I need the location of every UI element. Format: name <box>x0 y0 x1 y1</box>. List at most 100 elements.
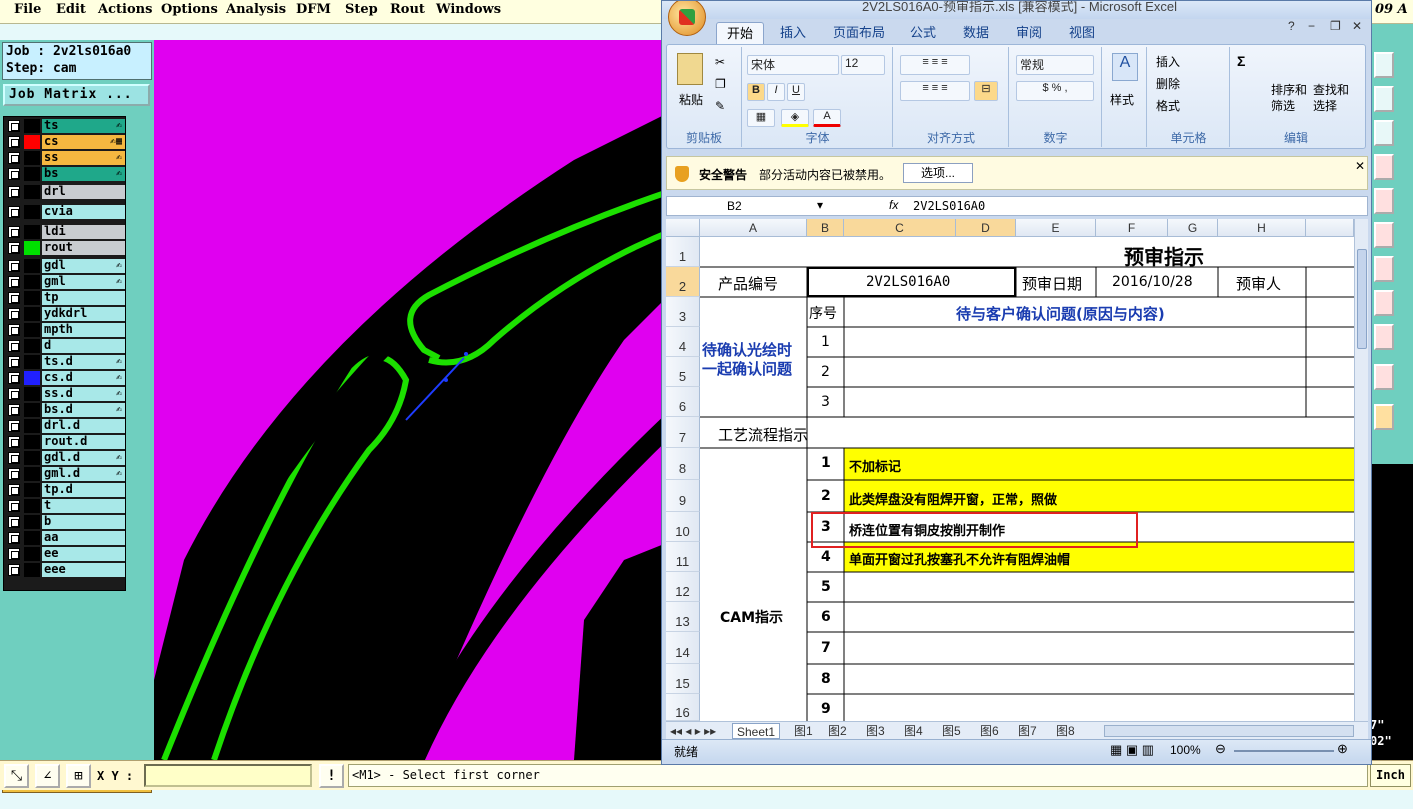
format-painter-icon[interactable]: ✎ <box>715 99 725 113</box>
layer-checkbox[interactable] <box>8 260 20 272</box>
styles-button[interactable]: 样式 <box>1110 91 1134 108</box>
sheet-tab[interactable]: 图4 <box>904 723 923 739</box>
layer-name[interactable]: gml.d ✍ <box>42 467 125 481</box>
menu-analysis[interactable]: Analysis <box>226 2 286 17</box>
sheet-tab[interactable]: 图6 <box>980 723 999 739</box>
sheet-tab[interactable]: 图8 <box>1056 723 1075 739</box>
sum-icon[interactable]: Σ <box>1237 53 1245 69</box>
layer-name[interactable]: aa <box>42 531 125 545</box>
layer-checkbox[interactable] <box>8 308 20 320</box>
zoom-corner-icon[interactable]: ⤡ <box>4 764 29 788</box>
layer-name[interactable]: drl <box>42 185 125 199</box>
layer-color-swatch[interactable] <box>24 185 40 199</box>
menu-actions[interactable]: Actions <box>98 2 152 17</box>
layer-checkbox[interactable] <box>8 532 20 544</box>
menu-windows[interactable]: Windows <box>436 2 501 17</box>
layer-row-drl.d[interactable]: drl.d <box>6 419 125 433</box>
italic-icon[interactable]: I <box>767 83 785 101</box>
layer-checkbox[interactable] <box>8 564 20 576</box>
layer-checkbox[interactable] <box>8 152 20 164</box>
tool-button[interactable] <box>1374 404 1394 430</box>
tool-button[interactable] <box>1374 290 1394 316</box>
layer-color-swatch[interactable] <box>24 483 40 497</box>
tab-view[interactable]: 视图 <box>1069 22 1095 44</box>
layer-name[interactable]: rout <box>42 241 125 255</box>
layer-row-bs.d[interactable]: bs.d ✍ <box>6 403 125 417</box>
layer-row-t[interactable]: t <box>6 499 125 513</box>
layer-color-swatch[interactable] <box>24 451 40 465</box>
sheet-tab[interactable]: 图2 <box>828 723 847 739</box>
fill-color-icon[interactable]: ◈ <box>781 109 809 127</box>
layer-color-swatch[interactable] <box>24 339 40 353</box>
layer-color-swatch[interactable] <box>24 205 40 219</box>
tab-data[interactable]: 数据 <box>963 22 989 44</box>
layer-row-ee[interactable]: ee <box>6 547 125 561</box>
tab-formulas[interactable]: 公式 <box>910 22 936 44</box>
close-bar-icon[interactable]: ✕ <box>1355 159 1365 173</box>
layer-checkbox[interactable] <box>8 242 20 254</box>
layer-name[interactable]: ts ✍ <box>42 119 125 133</box>
formula-input[interactable]: 2V2LS016A0 <box>913 199 985 213</box>
tool-button[interactable] <box>1374 188 1394 214</box>
layer-row-cvia[interactable]: cvia <box>6 205 125 219</box>
layer-name[interactable]: gdl ✍ <box>42 259 125 273</box>
layer-checkbox[interactable] <box>8 292 20 304</box>
sheet-tab[interactable]: 图3 <box>866 723 885 739</box>
layer-row-gml.d[interactable]: gml.d ✍ <box>6 467 125 481</box>
layer-row-gml[interactable]: gml ✍ <box>6 275 125 289</box>
cut-icon[interactable]: ✂ <box>715 55 725 69</box>
layer-color-swatch[interactable] <box>24 563 40 577</box>
layer-name[interactable]: cs.d ✍ <box>42 371 125 385</box>
layer-checkbox[interactable] <box>8 276 20 288</box>
layer-name[interactable]: bs.d ✍ <box>42 403 125 417</box>
layer-name[interactable]: d <box>42 339 125 353</box>
merge-center-icon[interactable]: ⊟ <box>974 81 998 101</box>
sort-filter-label-2[interactable]: 筛选 <box>1271 97 1295 114</box>
layer-name[interactable]: ldi <box>42 225 125 239</box>
measure-icon[interactable]: ∠ <box>35 764 60 788</box>
layer-color-swatch[interactable] <box>24 547 40 561</box>
dropdown-icon[interactable]: ▾ <box>817 198 823 212</box>
layer-name[interactable]: ee <box>42 547 125 561</box>
font-name-select[interactable]: 宋体 <box>747 55 839 75</box>
find-select-label-1[interactable]: 查找和 <box>1313 81 1349 98</box>
layer-name[interactable]: ydkdrl <box>42 307 125 321</box>
layer-row-drl[interactable]: drl <box>6 185 125 199</box>
menu-rout[interactable]: Rout <box>390 2 425 17</box>
currency-percent-icons[interactable]: $ % , <box>1016 81 1094 101</box>
underline-icon[interactable]: U <box>787 83 805 101</box>
layer-row-rout[interactable]: rout <box>6 241 125 255</box>
layer-row-ts.d[interactable]: ts.d ✍ <box>6 355 125 369</box>
tool-button[interactable] <box>1374 364 1394 390</box>
layer-name[interactable]: b <box>42 515 125 529</box>
tab-page-layout[interactable]: 页面布局 <box>833 22 885 44</box>
tool-button[interactable] <box>1374 222 1394 248</box>
layer-row-gdl[interactable]: gdl ✍ <box>6 259 125 273</box>
layer-checkbox[interactable] <box>8 136 20 148</box>
layer-row-ts[interactable]: ts ✍ <box>6 119 125 133</box>
options-button[interactable]: 选项... <box>903 163 973 183</box>
layer-color-swatch[interactable] <box>24 387 40 401</box>
layer-name[interactable]: t <box>42 499 125 513</box>
layer-color-swatch[interactable] <box>24 515 40 529</box>
sheet-nav-icons[interactable]: ◂◂ ◂ ▸ ▸▸ <box>670 723 716 739</box>
layer-row-b[interactable]: b <box>6 515 125 529</box>
layer-checkbox[interactable] <box>8 420 20 432</box>
copy-icon[interactable]: ❐ <box>715 77 726 91</box>
layer-color-swatch[interactable] <box>24 259 40 273</box>
layer-row-d[interactable]: d <box>6 339 125 353</box>
paste-button[interactable]: 粘贴 <box>679 91 703 108</box>
layer-color-swatch[interactable] <box>24 135 40 149</box>
sheet-tab[interactable]: 图5 <box>942 723 961 739</box>
layer-checkbox[interactable] <box>8 548 20 560</box>
layer-row-gdl.d[interactable]: gdl.d ✍ <box>6 451 125 465</box>
layer-checkbox[interactable] <box>8 404 20 416</box>
horizontal-scrollbar[interactable] <box>1104 725 1354 737</box>
fx-icon[interactable]: fx <box>889 198 898 212</box>
grid-icon[interactable]: ⊞ <box>66 764 91 788</box>
layer-color-swatch[interactable] <box>24 167 40 181</box>
menu-dfm[interactable]: DFM <box>296 2 331 17</box>
tool-button[interactable] <box>1374 324 1394 350</box>
font-color-icon[interactable]: A <box>813 109 841 127</box>
cad-canvas[interactable] <box>154 40 674 760</box>
